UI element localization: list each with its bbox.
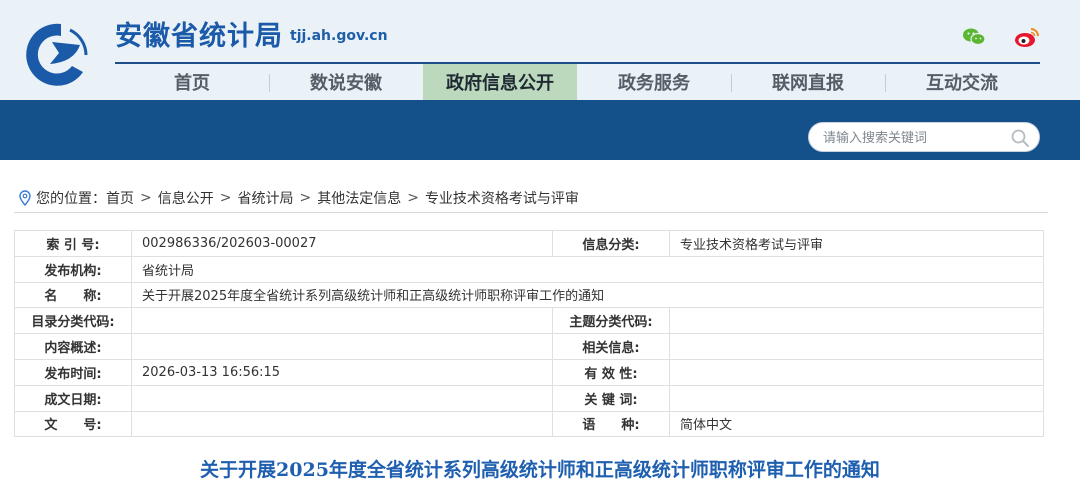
pubtime-label: 发布时间: <box>14 358 132 386</box>
breadcrumb-item-current[interactable]: 专业技术资格考试与评审 <box>425 188 579 208</box>
index-label: 索 引 号: <box>14 230 132 257</box>
table-row: 索 引 号: 002986336/202603-00027 信息分类: 专业技术… <box>14 230 1044 257</box>
related-value <box>669 333 1044 360</box>
nav-item-label: 首页 <box>174 73 210 94</box>
summary-value <box>131 333 553 360</box>
search-icon[interactable] <box>1009 127 1031 149</box>
category-value: 专业技术资格考试与评审 <box>669 230 1044 257</box>
index-value: 002986336/202603-00027 <box>131 230 553 257</box>
language-value: 简体中文 <box>669 410 1044 438</box>
docno-value <box>131 410 553 438</box>
breadcrumb-item-home[interactable]: 首页 <box>106 188 134 208</box>
nav-item-label: 数说安徽 <box>310 73 382 94</box>
info-table: 索 引 号: 002986336/202603-00027 信息分类: 专业技术… <box>14 230 1044 438</box>
page-root: 安徽省统计局 tjj.ah.gov.cn 首页 数说安徽 政府信息公开 政务服务… <box>0 0 1080 498</box>
breadcrumb-item-bureau[interactable]: 省统计局 <box>237 188 293 208</box>
breadcrumb-rule <box>14 212 1048 213</box>
document-title: 关于开展2025年度全省统计系列高级统计师和正高级统计师职称评审工作的通知 <box>200 459 880 481</box>
breadcrumb-separator: > <box>219 190 232 206</box>
nav-item-home[interactable]: 首页 <box>115 64 270 100</box>
breadcrumb-item-other-info[interactable]: 其他法定信息 <box>317 188 401 208</box>
nav-item-label: 政府信息公开 <box>446 73 554 94</box>
topic-code-value <box>669 307 1044 335</box>
validity-value <box>669 358 1044 386</box>
table-row: 成文日期: 关 键 词: <box>14 384 1044 412</box>
summary-label: 内容概述: <box>14 333 132 360</box>
publisher-value: 省统计局 <box>131 255 1044 283</box>
keywords-label: 关 键 词: <box>552 384 670 412</box>
nav-item-interaction[interactable]: 互动交流 <box>885 64 1039 100</box>
site-logo-icon[interactable] <box>14 15 92 87</box>
table-row: 发布机构: 省统计局 <box>14 255 1044 283</box>
wechat-icon[interactable] <box>960 23 988 51</box>
nav-item-gov-service[interactable]: 政务服务 <box>577 64 732 100</box>
search-box <box>808 122 1040 152</box>
category-label: 信息分类: <box>552 230 670 257</box>
site-title[interactable]: 安徽省统计局 <box>115 14 283 53</box>
breadcrumb: 您的位置： 首页 > 信息公开 > 省统计局 > 其他法定信息 > 专业技术资格… <box>18 188 579 208</box>
related-label: 相关信息: <box>552 333 670 360</box>
weibo-icon[interactable] <box>1013 23 1041 51</box>
name-label: 名 称: <box>14 281 132 309</box>
search-band <box>0 100 1080 160</box>
location-pin-icon <box>19 190 31 206</box>
created-date-label: 成文日期: <box>14 384 132 412</box>
validity-label: 有 效 性: <box>552 358 670 386</box>
breadcrumb-separator: > <box>140 190 152 206</box>
publisher-label: 发布机构: <box>14 255 132 283</box>
table-row: 内容概述: 相关信息: <box>14 333 1044 360</box>
search-input[interactable] <box>823 129 1003 147</box>
breadcrumb-separator: > <box>299 190 312 206</box>
breadcrumb-item-info-public[interactable]: 信息公开 <box>158 188 214 208</box>
catalog-code-value <box>131 307 553 335</box>
site-header: 安徽省统计局 tjj.ah.gov.cn 首页 数说安徽 政府信息公开 政务服务… <box>0 0 1080 100</box>
table-row: 目录分类代码: 主题分类代码: <box>14 307 1044 335</box>
breadcrumb-prefix: 您的位置： <box>36 191 106 207</box>
nav-item-data-anhui[interactable]: 数说安徽 <box>269 64 424 100</box>
table-row: 名 称: 关于开展2025年度全省统计系列高级统计师和正高级统计师职称评审工作的… <box>14 281 1044 309</box>
nav-item-label: 政务服务 <box>618 73 690 94</box>
language-label: 语 种: <box>552 410 670 438</box>
nav-item-direct-report[interactable]: 联网直报 <box>731 64 886 100</box>
created-date-value <box>131 384 553 412</box>
name-value: 关于开展2025年度全省统计系列高级统计师和正高级统计师职称评审工作的通知 <box>131 281 1044 309</box>
docno-label: 文 号: <box>14 410 132 438</box>
nav-item-label: 互动交流 <box>926 73 998 94</box>
nav-item-label: 联网直报 <box>772 73 844 94</box>
main-nav: 首页 数说安徽 政府信息公开 政务服务 联网直报 互动交流 <box>115 64 1040 100</box>
pubtime-value: 2026-03-13 16:56:15 <box>131 358 553 386</box>
nav-item-gov-info[interactable]: 政府信息公开 <box>423 64 577 100</box>
catalog-code-label: 目录分类代码: <box>14 307 132 335</box>
keywords-value <box>669 384 1044 412</box>
table-row: 发布时间: 2026-03-13 16:56:15 有 效 性: <box>14 358 1044 386</box>
site-domain: tjj.ah.gov.cn <box>290 28 388 44</box>
breadcrumb-separator: > <box>407 190 419 206</box>
topic-code-label: 主题分类代码: <box>552 307 670 335</box>
table-row: 文 号: 语 种: 简体中文 <box>14 410 1044 438</box>
